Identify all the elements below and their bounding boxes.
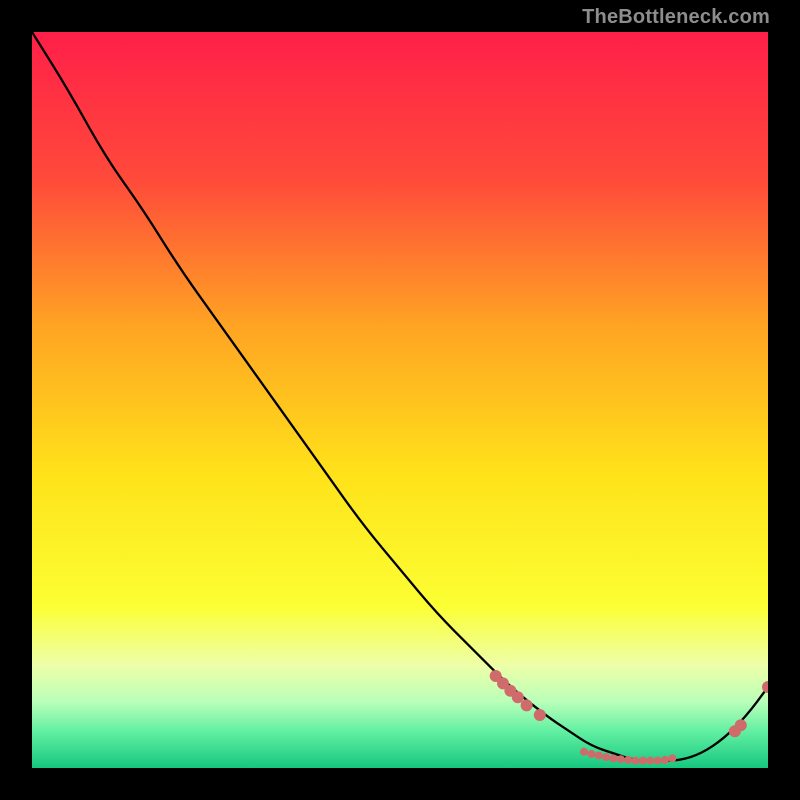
- data-marker: [624, 756, 632, 764]
- data-marker: [534, 709, 546, 721]
- data-marker: [580, 748, 588, 756]
- chart-stage: TheBottleneck.com: [0, 0, 800, 800]
- chart-svg: [32, 32, 768, 768]
- data-marker: [668, 754, 676, 762]
- heatmap-background: [32, 32, 768, 768]
- data-marker: [609, 754, 617, 762]
- data-marker: [646, 757, 654, 765]
- data-marker: [602, 753, 610, 761]
- data-marker: [521, 699, 533, 711]
- watermark-text: TheBottleneck.com: [582, 6, 770, 29]
- data-marker: [639, 757, 647, 765]
- plot-area: [32, 32, 768, 768]
- data-marker: [587, 750, 595, 758]
- data-marker: [654, 757, 662, 765]
- data-marker: [512, 691, 524, 703]
- data-marker: [617, 755, 625, 763]
- data-marker: [735, 719, 747, 731]
- data-marker: [661, 756, 669, 764]
- data-marker: [595, 752, 603, 760]
- data-marker: [632, 757, 640, 765]
